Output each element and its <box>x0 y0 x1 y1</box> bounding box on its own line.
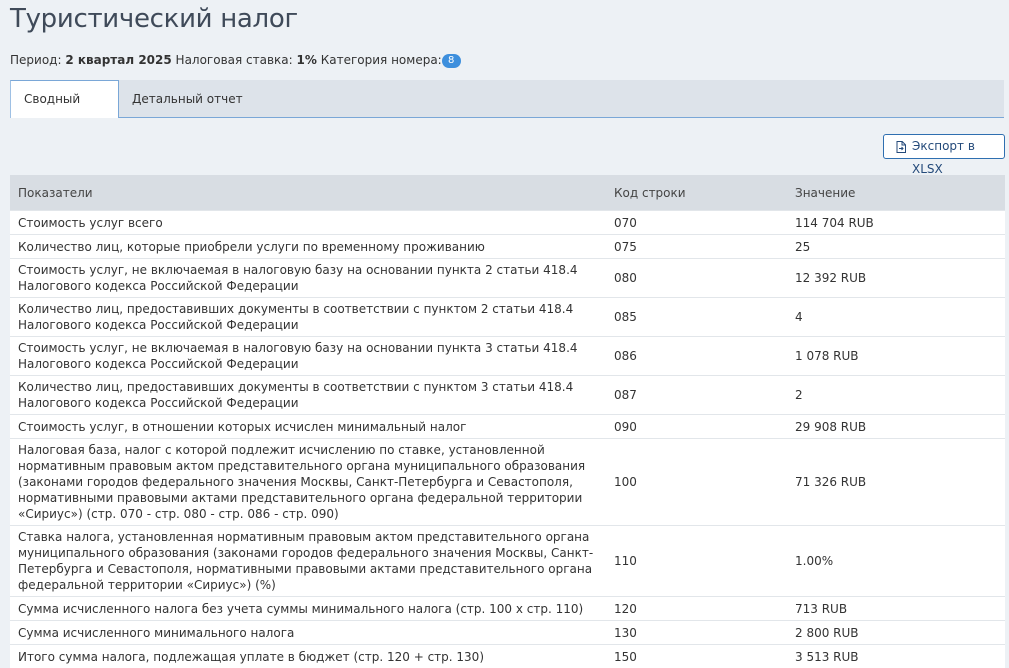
report-tabs: Сводный отчет Детальный отчет <box>10 80 1004 118</box>
row-code: 087 <box>606 376 787 415</box>
row-label: Количество лиц, предоставивших документы… <box>10 376 606 415</box>
row-label: Стоимость услуг всего <box>10 211 606 235</box>
row-code: 150 <box>606 645 787 668</box>
tab-summary-report[interactable]: Сводный отчет <box>10 80 119 118</box>
row-code: 100 <box>606 439 787 526</box>
row-code: 110 <box>606 526 787 597</box>
row-code: 070 <box>606 211 787 235</box>
table-row: Количество лиц, предоставивших документы… <box>10 298 1005 337</box>
tab-content: Экспорт в XLSX Показатели Код строки Зна… <box>10 118 1005 651</box>
row-label: Количество лиц, которые приобрели услуги… <box>10 235 606 259</box>
row-value: 29 908 RUB <box>787 415 1005 439</box>
row-code: 120 <box>606 597 787 621</box>
row-code: 090 <box>606 415 787 439</box>
table-row: Сумма исчисленного минимального налога 1… <box>10 621 1005 645</box>
table-row: Сумма исчисленного налога без учета сумм… <box>10 597 1005 621</box>
export-xlsx-button[interactable]: Экспорт в XLSX <box>883 134 1005 159</box>
period-label: Период: <box>10 53 62 67</box>
export-xlsx-label: Экспорт в XLSX <box>912 139 975 176</box>
table-header-row: Показатели Код строки Значение <box>10 175 1005 211</box>
table-row: Стоимость услуг всего 070 114 704 RUB <box>10 211 1005 235</box>
row-label: Итого сумма налога, подлежащая уплате в … <box>10 645 606 668</box>
row-label: Стоимость услуг, не включаемая в налогов… <box>10 337 606 376</box>
row-value: 1.00% <box>787 526 1005 597</box>
report-table-container: Показатели Код строки Значение Стоимость… <box>10 175 1005 668</box>
row-label: Стоимость услуг, не включаемая в налогов… <box>10 259 606 298</box>
table-row: Налоговая база, налог с которой подлежит… <box>10 439 1005 526</box>
row-label: Количество лиц, предоставивших документы… <box>10 298 606 337</box>
table-row: Итого сумма налога, подлежащая уплате в … <box>10 645 1005 668</box>
row-value: 12 392 RUB <box>787 259 1005 298</box>
row-value: 25 <box>787 235 1005 259</box>
row-value: 1 078 RUB <box>787 337 1005 376</box>
rate-value: 1% <box>297 53 317 67</box>
rate-label: Налоговая ставка: <box>176 53 293 67</box>
row-label: Стоимость услуг, в отношении которых исч… <box>10 415 606 439</box>
report-table: Показатели Код строки Значение Стоимость… <box>10 175 1005 668</box>
row-label: Сумма исчисленного налога без учета сумм… <box>10 597 606 621</box>
table-row: Стоимость услуг, в отношении которых исч… <box>10 415 1005 439</box>
row-value: 114 704 RUB <box>787 211 1005 235</box>
column-header-value: Значение <box>787 175 1005 211</box>
file-export-icon <box>896 141 906 153</box>
row-label: Ставка налога, установленная нормативным… <box>10 526 606 597</box>
row-code: 130 <box>606 621 787 645</box>
table-row: Стоимость услуг, не включаемая в налогов… <box>10 259 1005 298</box>
column-header-indicators: Показатели <box>10 175 606 211</box>
row-code: 086 <box>606 337 787 376</box>
table-row: Количество лиц, предоставивших документы… <box>10 376 1005 415</box>
period-value: 2 квартал 2025 <box>65 53 171 67</box>
row-label: Сумма исчисленного минимального налога <box>10 621 606 645</box>
row-value: 2 <box>787 376 1005 415</box>
table-row: Количество лиц, которые приобрели услуги… <box>10 235 1005 259</box>
table-row: Стоимость услуг, не включаемая в налогов… <box>10 337 1005 376</box>
report-info: Период: 2 квартал 2025 Налоговая ставка:… <box>10 52 461 69</box>
page-title: Туристический налог <box>10 2 298 36</box>
row-value: 4 <box>787 298 1005 337</box>
row-value: 3 513 RUB <box>787 645 1005 668</box>
row-value: 71 326 RUB <box>787 439 1005 526</box>
row-label: Налоговая база, налог с которой подлежит… <box>10 439 606 526</box>
row-value: 713 RUB <box>787 597 1005 621</box>
row-code: 085 <box>606 298 787 337</box>
row-code: 080 <box>606 259 787 298</box>
category-badge: 8 <box>442 54 461 68</box>
category-label: Категория номера: <box>321 53 442 67</box>
row-code: 075 <box>606 235 787 259</box>
row-value: 2 800 RUB <box>787 621 1005 645</box>
table-row: Ставка налога, установленная нормативным… <box>10 526 1005 597</box>
column-header-code: Код строки <box>606 175 787 211</box>
tab-detailed-report[interactable]: Детальный отчет <box>119 80 256 118</box>
